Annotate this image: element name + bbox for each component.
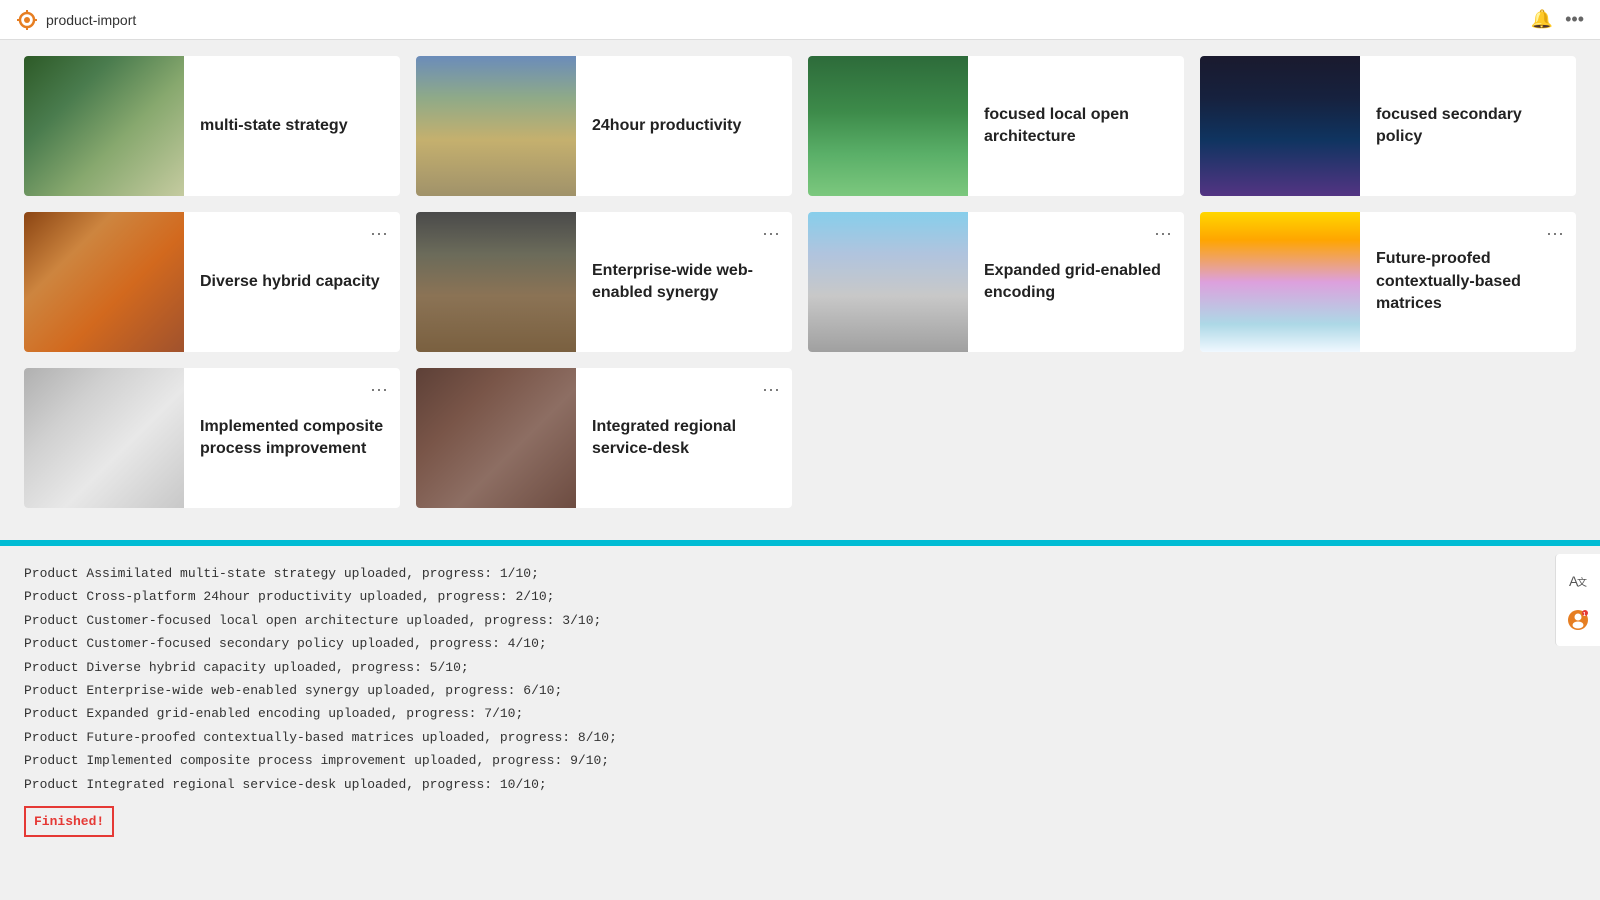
empty-cell xyxy=(1200,368,1576,508)
log-line-4: Product Customer-focused secondary polic… xyxy=(24,632,1576,655)
log-line-1: Product Assimilated multi-state strategy… xyxy=(24,562,1576,585)
card-title: Future-proofed contextually-based matric… xyxy=(1376,250,1521,312)
log-line-9: Product Implemented composite process im… xyxy=(24,749,1576,772)
card-title: Integrated regional service-desk xyxy=(592,418,736,457)
topbar: product-import 🔔 ••• xyxy=(0,0,1600,40)
card-menu-button[interactable]: ··· xyxy=(758,376,784,402)
card-focused-local-open-architecture: focused local open architecture xyxy=(808,56,1184,196)
card-image xyxy=(1200,212,1360,352)
card-grid-row2: Diverse hybrid capacity ··· Enterprise-w… xyxy=(24,212,1576,352)
card-body: Enterprise-wide web-enabled synergy xyxy=(576,248,792,317)
card-image xyxy=(416,56,576,196)
card-title: 24hour productivity xyxy=(592,117,741,134)
card-image xyxy=(24,368,184,508)
app-title: product-import xyxy=(46,12,136,28)
card-title: Diverse hybrid capacity xyxy=(200,273,380,290)
card-grid-row3: Implemented composite process improvemen… xyxy=(24,368,1576,508)
card-body: Expanded grid-enabled encoding xyxy=(968,248,1184,317)
card-title: Enterprise-wide web-enabled synergy xyxy=(592,262,753,301)
empty-cell xyxy=(808,368,1184,508)
card-grid-row1: multi-state strategy 24hour productivity… xyxy=(24,56,1576,196)
card-image xyxy=(416,368,576,508)
topbar-left: product-import xyxy=(16,9,136,31)
card-menu-button[interactable]: ··· xyxy=(366,376,392,402)
card-title: Expanded grid-enabled encoding xyxy=(984,262,1161,301)
card-future-proofed-matrices: Future-proofed contextually-based matric… xyxy=(1200,212,1576,352)
avatar-icon[interactable]: 1 xyxy=(1560,602,1596,638)
card-diverse-hybrid-capacity: Diverse hybrid capacity ··· xyxy=(24,212,400,352)
side-panel: A 文 1 xyxy=(1555,554,1600,646)
card-expanded-grid-enabled-encoding: Expanded grid-enabled encoding ··· xyxy=(808,212,1184,352)
translate-icon[interactable]: A 文 xyxy=(1560,562,1596,598)
more-icon[interactable]: ••• xyxy=(1565,9,1584,30)
card-focused-secondary-policy: focused secondary policy xyxy=(1200,56,1576,196)
log-line-3: Product Customer-focused local open arch… xyxy=(24,609,1576,632)
log-line-2: Product Cross-platform 24hour productivi… xyxy=(24,585,1576,608)
card-image xyxy=(808,56,968,196)
log-line-5: Product Diverse hybrid capacity uploaded… xyxy=(24,656,1576,679)
finished-badge: Finished! xyxy=(24,806,114,837)
card-multi-state-strategy: multi-state strategy xyxy=(24,56,400,196)
card-body: Future-proofed contextually-based matric… xyxy=(1360,236,1576,327)
card-image xyxy=(24,56,184,196)
card-image xyxy=(416,212,576,352)
card-title: focused secondary policy xyxy=(1376,106,1522,145)
card-menu-button[interactable]: ··· xyxy=(758,220,784,246)
bell-icon[interactable]: 🔔 xyxy=(1531,9,1553,30)
card-body: Diverse hybrid capacity xyxy=(184,259,400,305)
log-area: Product Assimilated multi-state strategy… xyxy=(0,546,1600,853)
card-image xyxy=(1200,56,1360,196)
app-logo-icon xyxy=(16,9,38,31)
main-content: multi-state strategy 24hour productivity… xyxy=(0,40,1600,540)
card-body: multi-state strategy xyxy=(184,103,400,149)
svg-text:文: 文 xyxy=(1577,576,1587,589)
card-title: Implemented composite process improvemen… xyxy=(200,418,383,457)
card-body: focused secondary policy xyxy=(1360,92,1576,161)
card-menu-button[interactable]: ··· xyxy=(1542,220,1568,246)
card-body: 24hour productivity xyxy=(576,103,792,149)
card-image xyxy=(24,212,184,352)
card-integrated-regional-service-desk: Integrated regional service-desk ··· xyxy=(416,368,792,508)
card-implemented-composite: Implemented composite process improvemen… xyxy=(24,368,400,508)
card-enterprise-wide-synergy: Enterprise-wide web-enabled synergy ··· xyxy=(416,212,792,352)
card-menu-button[interactable]: ··· xyxy=(1150,220,1176,246)
card-24hour-productivity: 24hour productivity xyxy=(416,56,792,196)
log-line-10: Product Integrated regional service-desk… xyxy=(24,773,1576,796)
card-image xyxy=(808,212,968,352)
topbar-right: 🔔 ••• xyxy=(1531,9,1584,30)
card-title: focused local open architecture xyxy=(984,106,1129,145)
log-line-7: Product Expanded grid-enabled encoding u… xyxy=(24,702,1576,725)
card-body: Implemented composite process improvemen… xyxy=(184,404,400,473)
log-line-6: Product Enterprise-wide web-enabled syne… xyxy=(24,679,1576,702)
svg-text:1: 1 xyxy=(1583,612,1586,618)
card-body: focused local open architecture xyxy=(968,92,1184,161)
card-body: Integrated regional service-desk xyxy=(576,404,792,473)
card-menu-button[interactable]: ··· xyxy=(366,220,392,246)
card-title: multi-state strategy xyxy=(200,117,348,134)
log-line-8: Product Future-proofed contextually-base… xyxy=(24,726,1576,749)
